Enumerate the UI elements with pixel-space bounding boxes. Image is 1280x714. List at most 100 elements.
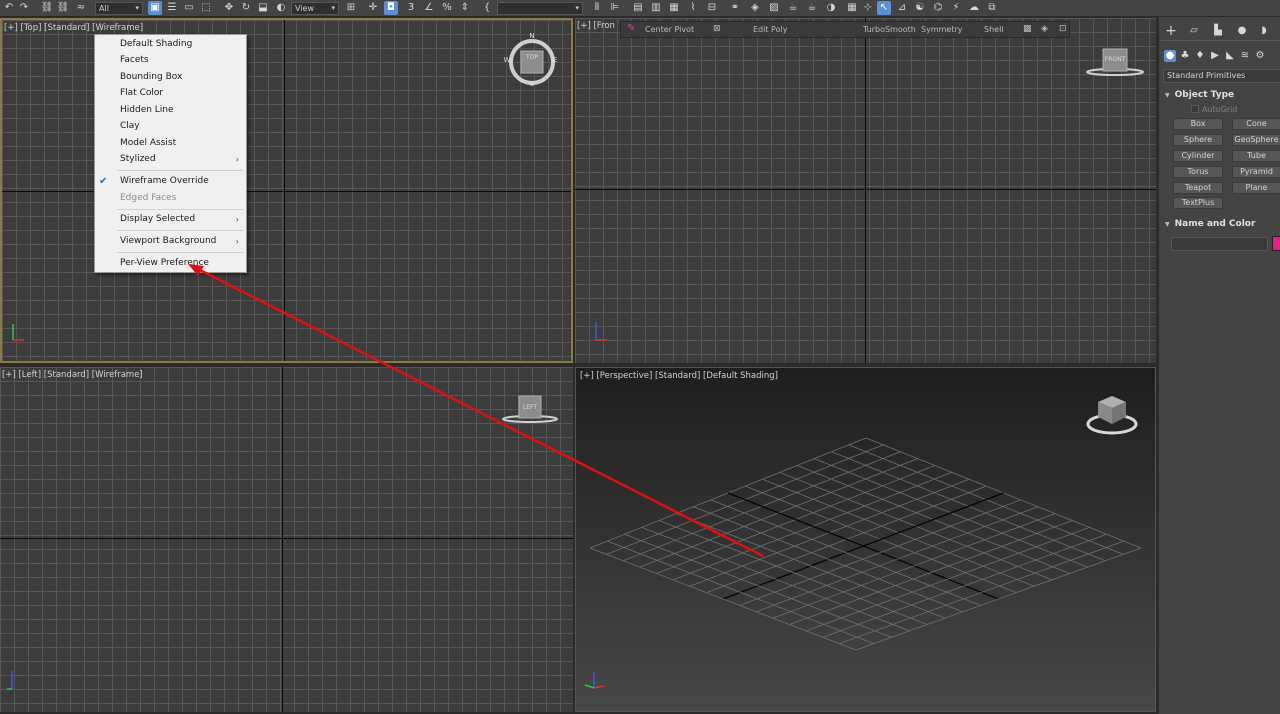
rotate-icon[interactable]: ↻ [239,1,253,15]
window-crossing-icon[interactable]: ⬚ [199,1,213,15]
torus-button[interactable]: Torus [1173,166,1223,178]
hierarchy-tab-icon[interactable]: ▙ [1212,25,1224,37]
hair-tools-icon[interactable]: ⚡ [949,1,963,15]
name-and-color-header[interactable]: ▼ Name and Color [1165,219,1255,229]
snap-settings-icon[interactable]: ⊹ [861,1,875,15]
material-icon[interactable]: ◈ [1041,24,1048,34]
menu-item-viewport-background[interactable]: Viewport Background › [95,234,246,249]
menu-item-model-assist[interactable]: Model Assist [95,136,246,151]
grid-toggle-icon[interactable]: ▦ [845,1,859,15]
track-view-icon[interactable]: ⧉ [985,1,999,15]
menu-item-wireframe-override[interactable]: ✔ Wireframe Override [95,174,246,189]
bone-tools-icon[interactable]: ⊿ [895,1,909,15]
tube-button[interactable]: Tube [1232,150,1280,162]
layer-explorer-icon[interactable]: ▥ [649,1,663,15]
pivot-icon[interactable]: ✎ [627,23,635,34]
motion-tab-icon[interactable]: ● [1236,25,1248,37]
lights-icon[interactable]: ♦ [1194,50,1206,62]
unlink-icon[interactable]: ⛓ [56,1,70,15]
shapes-icon[interactable]: ♣ [1179,50,1191,62]
center-pivot-button[interactable]: Center Pivot [645,25,694,34]
rendered-frame-window-icon[interactable]: ▨ [767,1,781,15]
edit-named-selection-icon[interactable]: { [480,1,494,15]
modify-tab-icon[interactable]: ▱ [1188,25,1200,37]
space-warps-icon[interactable]: ≋ [1239,50,1251,62]
cone-button[interactable]: Cone [1232,118,1280,130]
menu-item-display-selected[interactable]: Display Selected › [95,212,246,227]
object-color-swatch[interactable] [1272,236,1280,251]
select-by-name-icon[interactable]: ☰ [165,1,179,15]
viewport-label-front[interactable]: [+] [Fron [577,21,615,31]
menu-item-bounding-box[interactable]: Bounding Box [95,70,246,85]
render-production-icon[interactable]: ☕ [786,1,800,15]
sphere-button[interactable]: Sphere [1173,134,1223,146]
menu-item-hidden-line[interactable]: Hidden Line [95,103,246,118]
symmetry-button[interactable]: Symmetry [921,25,962,34]
link-icon[interactable]: ⛓ [40,1,54,15]
align-icon[interactable]: ⊫ [608,1,622,15]
category-dropdown[interactable]: Standard Primitives [1163,69,1280,83]
undo-icon[interactable]: ↶ [2,1,16,15]
named-selection-sets-dropdown[interactable]: ▾ [497,2,583,15]
selection-filter-dropdown[interactable]: All ▾ [95,2,143,15]
display-tab-icon[interactable]: ◗ [1258,25,1270,37]
redo-icon[interactable]: ↷ [17,1,31,15]
physx-icon[interactable]: ☁ [967,1,981,15]
gizmo-icon[interactable]: ⊠ [713,24,721,34]
viewport-perspective[interactable]: [+] [Perspective] [Standard] [Default Sh… [575,367,1156,712]
curve-editor-icon[interactable]: ⌇ [686,1,700,15]
render-setup-icon[interactable]: ◈ [748,1,762,15]
settings-icon[interactable]: ⊡ [1059,24,1067,34]
viewport-left[interactable]: [+] [Left] [Standard] [Wireframe] LEFT [0,367,573,712]
percent-snap-icon[interactable]: % [440,1,454,15]
helpers-icon[interactable]: ◣ [1224,50,1236,62]
viewport-label-top[interactable]: [+] [Top] [Standard] [Wireframe] [4,23,143,33]
menu-item-facets[interactable]: Facets [95,53,246,68]
object-name-field[interactable] [1171,237,1268,251]
angle-snap-icon[interactable]: ∠ [422,1,436,15]
viewcube-3d-icon[interactable] [1084,390,1140,438]
menu-item-clay[interactable]: Clay [95,119,246,134]
edit-poly-button[interactable]: Edit Poly [753,25,787,34]
move-icon[interactable]: ✥ [222,1,236,15]
place-icon[interactable]: ◐ [274,1,288,15]
shell-button[interactable]: Shell [984,25,1004,34]
geometry-icon[interactable]: ● [1164,50,1176,62]
mirror-icon[interactable]: ⫴ [590,1,604,15]
spinner-snap-icon[interactable]: ⇕ [458,1,472,15]
viewport-label-left[interactable]: [+] [Left] [Standard] [Wireframe] [2,370,143,380]
object-type-header[interactable]: ▼ Object Type [1165,90,1234,100]
schematic-view-icon[interactable]: ⊟ [705,1,719,15]
autogrid-checkbox[interactable] [1191,105,1199,113]
menu-item-per-view-preference[interactable]: Per-View Preference [95,256,246,271]
material-editor-icon[interactable]: ⚭ [728,1,742,15]
select-object-icon[interactable]: ▣ [148,1,162,15]
snaps-toggle-icon[interactable]: 3 [404,1,418,15]
rectangular-selection-icon[interactable]: ▭ [182,1,196,15]
menu-item-flat-color[interactable]: Flat Color [95,86,246,101]
render-activeshade-icon[interactable]: ◑ [824,1,838,15]
scene-explorer-icon[interactable]: ▤ [631,1,645,15]
teapot-button[interactable]: Teapot [1173,182,1223,194]
turbosmooth-button[interactable]: TurboSmooth [863,25,916,34]
menu-item-default-shading[interactable]: Default Shading [95,37,246,52]
box-button[interactable]: Box [1173,118,1223,130]
plane-button[interactable]: Plane [1232,182,1280,194]
checker-icon[interactable]: ▩ [1023,24,1032,34]
toggle-ribbon-icon[interactable]: ▦ [667,1,681,15]
viewport-top[interactable]: [+] [Top] [Standard] [Wireframe] TOP N S… [0,18,573,363]
create-tab-icon[interactable]: + [1165,24,1177,38]
textplus-button[interactable]: TextPlus [1173,197,1223,209]
keyboard-shortcut-override-icon[interactable]: ◘ [384,1,398,15]
cameras-icon[interactable]: ▶ [1209,50,1221,62]
systems-icon[interactable]: ⚙ [1254,50,1266,62]
viewport-front[interactable]: [+] [Fron FRONT [575,18,1156,363]
skin-tools-icon[interactable]: ☯ [913,1,927,15]
selection-lock-icon[interactable]: ↖ [877,1,891,15]
cloth-tools-icon[interactable]: ⌬ [931,1,945,15]
pivot-center-icon[interactable]: ⊞ [344,1,358,15]
bind-space-warp-icon[interactable]: ≈ [74,1,88,15]
cylinder-button[interactable]: Cylinder [1173,150,1223,162]
select-manipulate-icon[interactable]: ✛ [366,1,380,15]
reference-coordinate-dropdown[interactable]: View ▾ [291,2,339,15]
